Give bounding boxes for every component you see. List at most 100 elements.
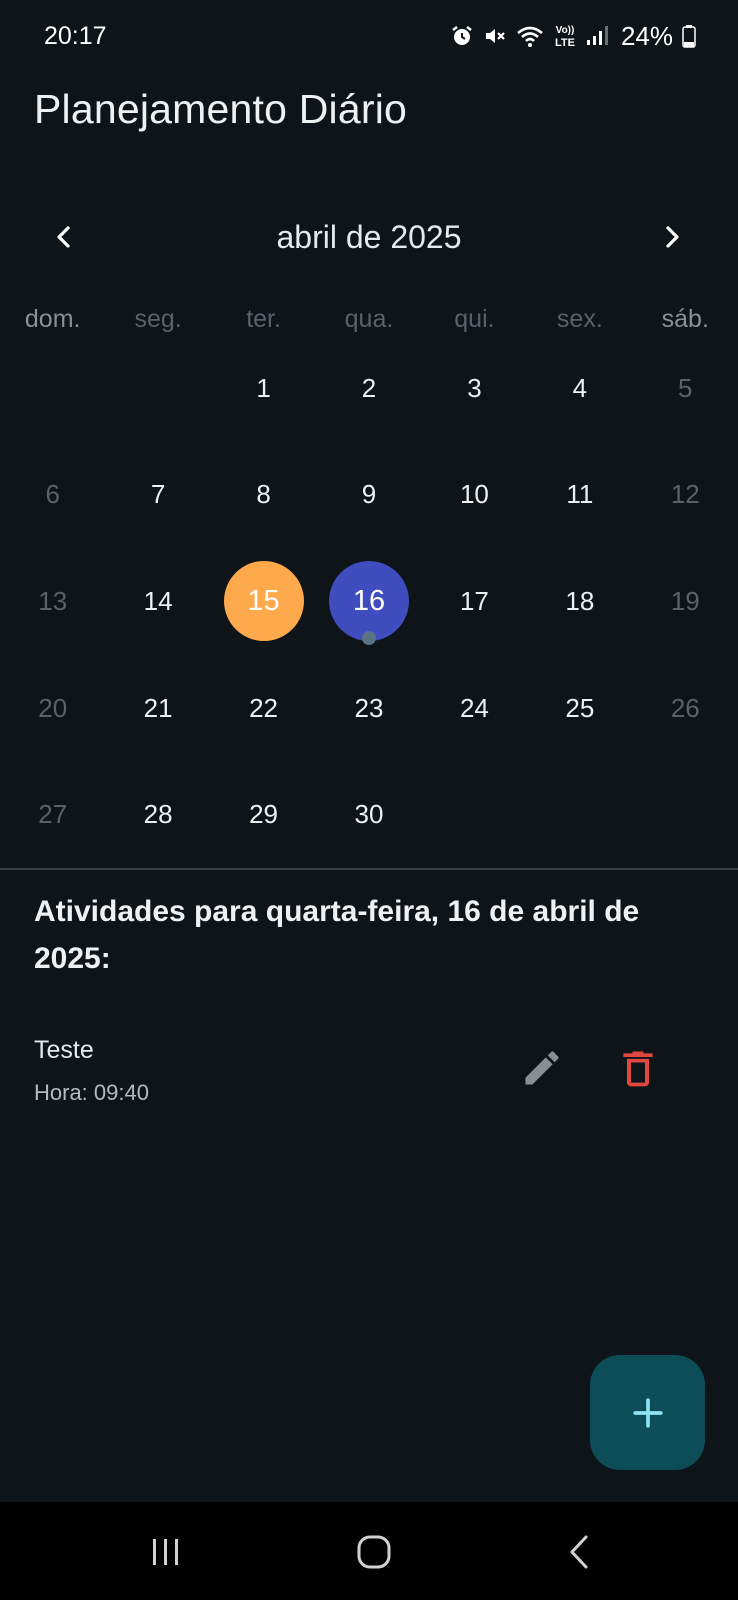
day-cell-1[interactable]: 1 <box>211 335 316 442</box>
day-cell-empty <box>0 335 105 442</box>
day-number: 5 <box>678 372 693 403</box>
day-cell-7[interactable]: 7 <box>105 442 210 549</box>
month-header: abril de 2025 <box>0 205 738 269</box>
day-number: 17 <box>459 585 489 616</box>
trash-icon <box>623 1051 653 1087</box>
home-button[interactable] <box>344 1524 404 1580</box>
day-cell-17[interactable]: 17 <box>422 548 527 655</box>
mute-icon <box>485 29 505 43</box>
day-number: 30 <box>354 799 384 830</box>
svg-text:Vo)): Vo)) <box>556 25 575 36</box>
day-cell-16[interactable]: 16 <box>316 548 421 655</box>
status-icons: Vo)) LTE 24% <box>450 21 696 52</box>
day-cell-10[interactable]: 10 <box>422 442 527 549</box>
edit-button[interactable] <box>520 1046 564 1090</box>
day-cell-20[interactable]: 20 <box>0 655 105 762</box>
day-cell-12[interactable]: 12 <box>633 442 738 549</box>
weekday-label: seg. <box>134 305 182 333</box>
day-number: 28 <box>143 799 173 830</box>
day-cell-9[interactable]: 9 <box>316 442 421 549</box>
system-nav-bar <box>0 1502 738 1600</box>
divider <box>0 868 738 870</box>
signal-icon <box>586 26 608 45</box>
day-number: 9 <box>361 479 377 510</box>
day-number: 1 <box>256 372 271 403</box>
day-cell-6[interactable]: 6 <box>0 442 105 549</box>
previous-month-button[interactable] <box>40 213 88 261</box>
recent-apps-button[interactable] <box>136 1524 196 1580</box>
day-number: 19 <box>670 585 700 616</box>
day-number: 6 <box>45 479 60 510</box>
battery-icon <box>682 25 696 48</box>
day-number: 4 <box>572 372 588 403</box>
weekday-label: sáb. <box>661 305 709 333</box>
day-cell-14[interactable]: 14 <box>105 548 210 655</box>
day-cell-15[interactable]: 15 <box>211 548 316 655</box>
day-cell-4[interactable]: 4 <box>527 335 632 442</box>
status-time: 20:17 <box>44 21 107 50</box>
weekday-label: sex. <box>556 305 603 333</box>
day-number: 15 <box>247 584 280 617</box>
pencil-icon <box>525 1051 559 1085</box>
weekday-label: qui. <box>454 305 495 333</box>
recent-apps-icon <box>153 1539 178 1565</box>
day-cell-2[interactable]: 2 <box>316 335 421 442</box>
plus-icon <box>632 1397 663 1428</box>
delete-button[interactable] <box>616 1046 660 1090</box>
day-cell-21[interactable]: 21 <box>105 655 210 762</box>
day-number: 20 <box>38 692 68 723</box>
day-number: 25 <box>565 692 595 723</box>
day-number: 10 <box>459 479 489 510</box>
day-number: 2 <box>361 372 377 403</box>
weekday-label: dom. <box>24 305 81 333</box>
page-title: Planejamento Diário <box>34 86 408 132</box>
day-number: 11 <box>566 479 594 510</box>
day-number: 7 <box>150 479 166 510</box>
month-label: abril de 2025 <box>276 218 462 255</box>
day-cell-25[interactable]: 25 <box>527 655 632 762</box>
day-cell-23[interactable]: 23 <box>316 655 421 762</box>
status-bar: 20:17 Vo)) LTE 24% <box>0 0 738 72</box>
day-cell-11[interactable]: 11 <box>527 442 632 549</box>
next-month-button[interactable] <box>648 213 696 261</box>
day-cell-30[interactable]: 30 <box>316 761 421 868</box>
day-number: 3 <box>467 372 482 403</box>
day-cell-5[interactable]: 5 <box>633 335 738 442</box>
day-cell-empty <box>105 335 210 442</box>
day-cell-19[interactable]: 19 <box>633 548 738 655</box>
add-activity-button[interactable] <box>590 1355 705 1470</box>
day-cell-27[interactable]: 27 <box>0 761 105 868</box>
alarm-icon <box>452 26 472 45</box>
day-number: 29 <box>249 799 279 830</box>
volte-icon: Vo)) LTE <box>555 25 575 49</box>
svg-text:LTE: LTE <box>555 37 575 49</box>
day-cell-3[interactable]: 3 <box>422 335 527 442</box>
day-cell-18[interactable]: 18 <box>527 548 632 655</box>
day-cell-22[interactable]: 22 <box>211 655 316 762</box>
day-number: 26 <box>670 692 700 723</box>
chevron-right-icon <box>666 226 679 248</box>
day-number: 13 <box>38 585 68 616</box>
day-cell-29[interactable]: 29 <box>211 761 316 868</box>
activity-item[interactable]: Teste Hora: 09:40 <box>0 1020 738 1110</box>
calendar-grid: 1 2 3 4 5 6 7 8 9 10 11 12 13 14 15 16 17 18 19 20 21 22 23 24 2… <box>0 335 738 868</box>
day-cell-24[interactable]: 24 <box>422 655 527 762</box>
day-number: 18 <box>565 585 595 616</box>
back-icon <box>570 1535 588 1569</box>
home-icon <box>357 1535 391 1569</box>
weekday-label: ter. <box>246 305 281 333</box>
event-marker <box>361 631 376 646</box>
day-cell-28[interactable]: 28 <box>105 761 210 868</box>
day-number: 12 <box>670 479 700 510</box>
day-number: 21 <box>143 692 173 723</box>
day-number: 23 <box>354 692 384 723</box>
wifi-icon <box>517 26 543 47</box>
day-cell-13[interactable]: 13 <box>0 548 105 655</box>
chevron-left-icon <box>57 226 70 248</box>
day-cell-26[interactable]: 26 <box>633 655 738 762</box>
battery-percentage: 24% <box>620 20 673 51</box>
back-button[interactable] <box>550 1524 610 1580</box>
day-number: 24 <box>459 692 489 723</box>
day-cell-8[interactable]: 8 <box>211 442 316 549</box>
activity-name: Teste <box>34 1036 94 1064</box>
